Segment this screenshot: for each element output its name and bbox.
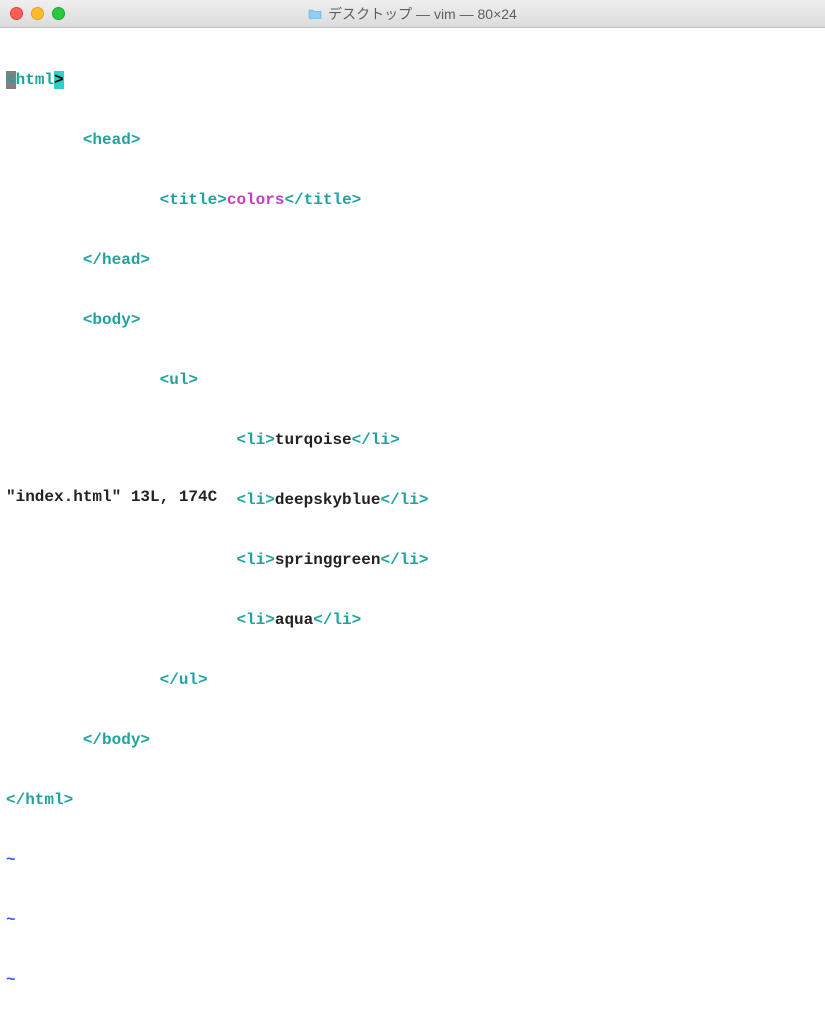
close-icon[interactable] — [10, 7, 23, 20]
window-title: デスクトップ — vim — 80×24 — [308, 4, 517, 24]
code-line: </head> — [6, 250, 819, 270]
folder-icon — [308, 8, 322, 19]
empty-line-tilde: ~ — [6, 850, 819, 870]
code-line: <html> — [6, 70, 819, 90]
traffic-lights — [10, 7, 65, 20]
minimize-icon[interactable] — [31, 7, 44, 20]
titlebar: デスクトップ — vim — 80×24 — [0, 0, 825, 28]
code-line: <ul> — [6, 370, 819, 390]
statusbar: "index.html" 13L, 174C — [6, 488, 217, 506]
editor-area[interactable]: <html> <head> <title>colors</title> </he… — [0, 28, 825, 1020]
code-line: <title>colors</title> — [6, 190, 819, 210]
empty-line-tilde: ~ — [6, 910, 819, 930]
code-line: </ul> — [6, 670, 819, 690]
empty-line-tilde: ~ — [6, 970, 819, 990]
code-line: </body> — [6, 730, 819, 750]
code-line: </html> — [6, 790, 819, 810]
maximize-icon[interactable] — [52, 7, 65, 20]
code-line: <li>springgreen</li> — [6, 550, 819, 570]
code-line: <li>aqua</li> — [6, 610, 819, 630]
code-line: <li>turqoise</li> — [6, 430, 819, 450]
cursor: < — [6, 71, 16, 89]
code-line: <head> — [6, 130, 819, 150]
code-line: <body> — [6, 310, 819, 330]
window-title-text: デスクトップ — vim — 80×24 — [328, 4, 517, 24]
